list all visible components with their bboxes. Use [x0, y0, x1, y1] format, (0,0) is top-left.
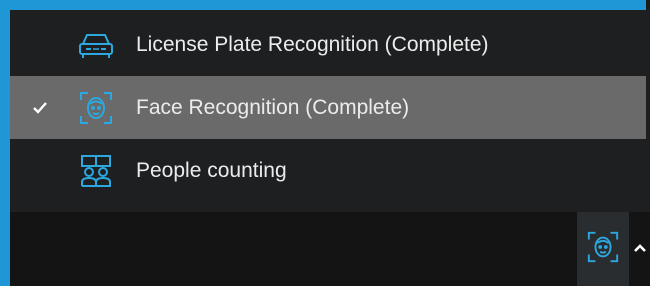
face-recognition-icon	[76, 90, 116, 126]
car-icon	[76, 27, 116, 63]
menu-item-people-counting[interactable]: People counting	[10, 139, 650, 202]
menu-item-label: License Plate Recognition (Complete)	[136, 32, 489, 56]
menu-item-face-recognition[interactable]: Face Recognition (Complete)	[10, 76, 646, 139]
menu-item-label: Face Recognition (Complete)	[136, 95, 410, 119]
people-counting-icon	[76, 153, 116, 189]
chevron-up-icon[interactable]	[630, 238, 650, 258]
analytics-menu: License Plate Recognition (Complete) Fac…	[10, 10, 650, 212]
checkmark-icon	[28, 76, 52, 139]
face-recognition-icon	[586, 230, 620, 269]
bottom-toolbar	[10, 212, 650, 286]
menu-item-label: People counting	[136, 158, 287, 182]
active-analytics-button[interactable]	[577, 212, 629, 286]
menu-item-license-plate[interactable]: License Plate Recognition (Complete)	[10, 13, 650, 76]
